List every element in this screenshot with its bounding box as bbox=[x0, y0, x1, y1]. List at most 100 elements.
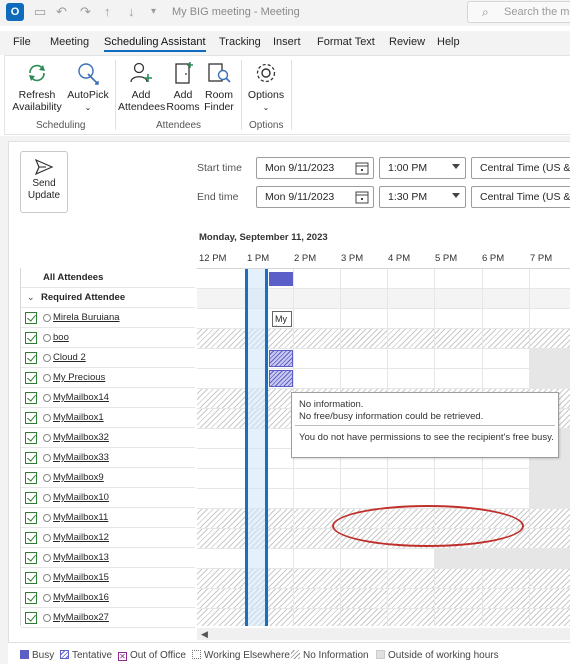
hour-label: 6 PM bbox=[482, 253, 505, 264]
attendee-name[interactable]: MyMailbox32 bbox=[53, 432, 109, 443]
send-icon bbox=[34, 158, 54, 176]
tooltip-line-1: No information. bbox=[299, 399, 364, 410]
status-circle-icon bbox=[43, 454, 51, 462]
attendee-name[interactable]: MyMailbox16 bbox=[53, 592, 109, 603]
meeting-block-label[interactable]: My I bbox=[272, 311, 292, 327]
legend-out-of-office: ✕ Out of Office bbox=[118, 650, 186, 661]
tentative-swatch-icon bbox=[60, 650, 69, 659]
add-attendees-button[interactable]: Add Attendees bbox=[118, 60, 165, 113]
outside-hours-swatch-icon bbox=[376, 650, 385, 659]
attendee-name[interactable]: MyMailbox33 bbox=[53, 452, 109, 463]
attendee-checkbox[interactable] bbox=[25, 612, 37, 624]
attendee-name[interactable]: MyMailbox12 bbox=[53, 532, 109, 543]
attendee-checkbox[interactable] bbox=[25, 572, 37, 584]
attendee-name[interactable]: boo bbox=[53, 332, 69, 343]
attendee-checkbox[interactable] bbox=[25, 312, 37, 324]
redo-icon[interactable]: ↷ bbox=[80, 4, 91, 20]
attendee-checkbox[interactable] bbox=[25, 412, 37, 424]
attendee-checkbox[interactable] bbox=[25, 592, 37, 604]
attendee-row: MyMailbox33 bbox=[21, 448, 195, 468]
attendee-checkbox[interactable] bbox=[25, 392, 37, 404]
tab-file[interactable]: File bbox=[13, 36, 31, 48]
tab-insert[interactable]: Insert bbox=[273, 36, 301, 48]
working-elsewhere-swatch-icon bbox=[192, 650, 201, 659]
attendee-name[interactable]: MyMailbox27 bbox=[53, 612, 109, 623]
room-finder-label: Room Finder bbox=[204, 89, 234, 113]
autopick-label: AutoPick bbox=[67, 89, 109, 101]
end-date-field[interactable]: Mon 9/11/2023 bbox=[256, 186, 374, 208]
room-finder-button[interactable]: Room Finder bbox=[201, 60, 237, 113]
attendee-name[interactable]: MyMailbox1 bbox=[53, 412, 104, 423]
attendee-row: MyMailbox1 bbox=[21, 408, 195, 428]
tab-scheduling-assistant[interactable]: Scheduling Assistant bbox=[104, 36, 206, 52]
ribbon-divider bbox=[291, 60, 292, 130]
tab-format-text[interactable]: Format Text bbox=[317, 36, 375, 48]
outlook-logo-icon: O bbox=[6, 3, 24, 21]
legend: Busy Tentative ✕ Out of Office Working El… bbox=[8, 642, 570, 664]
status-circle-icon bbox=[43, 394, 51, 402]
attendee-name[interactable]: MyMailbox11 bbox=[53, 512, 108, 523]
status-circle-icon bbox=[43, 514, 51, 522]
start-timezone-dropdown[interactable]: Central Time (US & C bbox=[471, 157, 570, 179]
status-circle-icon bbox=[43, 314, 51, 322]
chevron-down-icon[interactable]: ⌄ bbox=[27, 292, 35, 303]
end-time-dropdown[interactable]: 1:30 PM bbox=[379, 186, 466, 208]
attendee-name[interactable]: MyMailbox10 bbox=[53, 492, 109, 503]
attendee-name[interactable]: MyMailbox13 bbox=[53, 552, 109, 563]
tab-tracking[interactable]: Tracking bbox=[219, 36, 261, 48]
end-timezone-dropdown[interactable]: Central Time (US & C bbox=[471, 186, 570, 208]
tab-review[interactable]: Review bbox=[389, 36, 425, 48]
start-date-field[interactable]: Mon 9/11/2023 bbox=[256, 157, 374, 179]
search-placeholder: Search the me bbox=[504, 6, 570, 18]
autopick-button[interactable]: AutoPick ⌄ bbox=[63, 60, 113, 114]
horizontal-scrollbar[interactable]: ◀ bbox=[197, 628, 570, 640]
status-circle-icon bbox=[43, 434, 51, 442]
send-update-button[interactable]: Send Update bbox=[20, 151, 68, 213]
outside-hours-block bbox=[530, 369, 570, 388]
hour-label: 7 PM bbox=[530, 253, 553, 264]
attendee-checkbox[interactable] bbox=[25, 512, 37, 524]
calendar-icon[interactable] bbox=[355, 190, 369, 204]
free-busy-tooltip: No information. No free/busy information… bbox=[291, 392, 559, 458]
attendee-name[interactable]: Mirela Buruiana bbox=[53, 312, 120, 323]
tab-meeting[interactable]: Meeting bbox=[50, 36, 89, 48]
add-rooms-label: Add Rooms bbox=[166, 89, 200, 113]
next-item-icon[interactable]: ↓ bbox=[128, 4, 135, 19]
previous-item-icon[interactable]: ↑ bbox=[104, 4, 111, 19]
attendee-checkbox[interactable] bbox=[25, 472, 37, 484]
status-circle-icon bbox=[43, 494, 51, 502]
start-time-dropdown[interactable]: 1:00 PM bbox=[379, 157, 466, 179]
attendee-checkbox[interactable] bbox=[25, 532, 37, 544]
attendee-checkbox[interactable] bbox=[25, 432, 37, 444]
attendee-name[interactable]: MyMailbox9 bbox=[53, 472, 104, 483]
legend-working-elsewhere: Working Elsewhere bbox=[192, 650, 290, 661]
attendee-checkbox[interactable] bbox=[25, 492, 37, 504]
scroll-left-icon[interactable]: ◀ bbox=[201, 629, 208, 640]
attendee-name[interactable]: MyMailbox14 bbox=[53, 392, 109, 403]
attendee-checkbox[interactable] bbox=[25, 352, 37, 364]
search-icon: ⌕ bbox=[482, 5, 489, 19]
attendee-checkbox[interactable] bbox=[25, 372, 37, 384]
tentative-block bbox=[269, 350, 293, 367]
attendee-checkbox[interactable] bbox=[25, 452, 37, 464]
undo-icon[interactable]: ↶ bbox=[56, 4, 67, 20]
end-timezone-value: Central Time (US & C bbox=[480, 191, 570, 203]
attendee-name[interactable]: My Precious bbox=[53, 372, 105, 383]
tab-help[interactable]: Help bbox=[437, 36, 460, 48]
status-circle-icon bbox=[43, 334, 51, 342]
attendee-checkbox[interactable] bbox=[25, 552, 37, 564]
attendee-checkbox[interactable] bbox=[25, 332, 37, 344]
search-input[interactable]: ⌕ Search the me bbox=[467, 1, 570, 23]
attendee-name[interactable]: Cloud 2 bbox=[53, 352, 86, 363]
hour-label: 12 PM bbox=[199, 253, 227, 264]
calendar-icon[interactable] bbox=[355, 161, 369, 175]
refresh-availability-button[interactable]: Refresh Availability bbox=[11, 60, 63, 113]
options-button[interactable]: Options ⌄ bbox=[244, 60, 288, 114]
attendee-row: MyMailbox13 bbox=[21, 548, 195, 568]
meeting-time-selection[interactable] bbox=[245, 269, 268, 626]
customize-toolbar-icon[interactable]: ▾ bbox=[151, 6, 156, 17]
save-icon[interactable]: ▭ bbox=[34, 4, 46, 20]
attendee-name[interactable]: MyMailbox15 bbox=[53, 572, 109, 583]
required-attendee-group[interactable]: ⌄ Required Attendee bbox=[21, 288, 195, 308]
add-rooms-button[interactable]: Add Rooms bbox=[165, 60, 201, 113]
